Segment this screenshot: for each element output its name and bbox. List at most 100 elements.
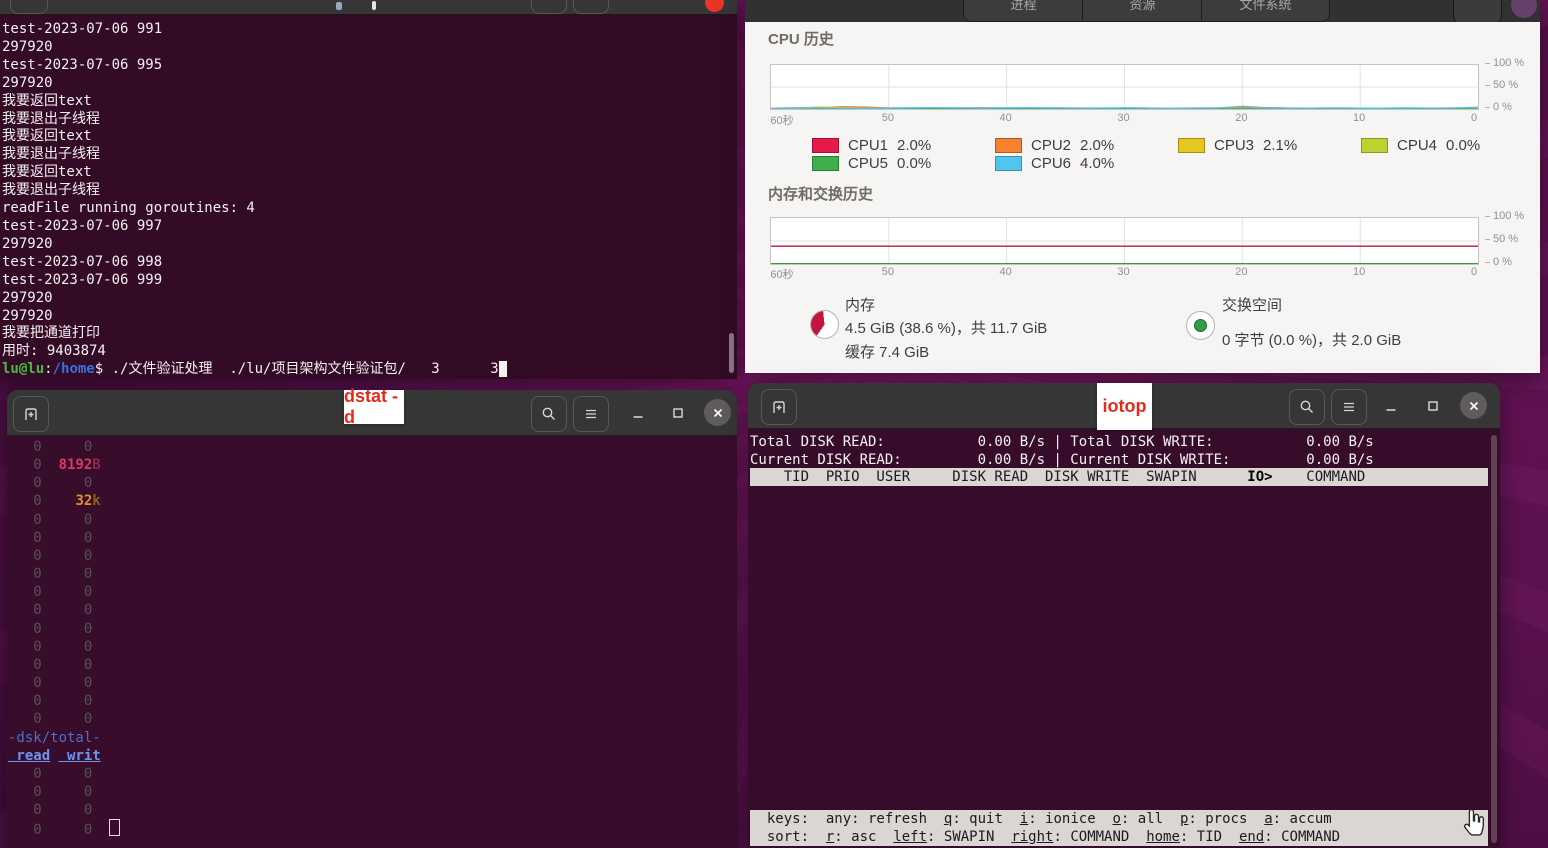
x-tick: 30 <box>1117 112 1130 124</box>
terminal-window-main: test-2023-07-06 991 297920 test-2023-07-06… <box>0 0 737 379</box>
terminal-line: 0 0 <box>8 711 93 728</box>
maximize-button[interactable] <box>665 400 691 426</box>
cpu-legend-item: CPU3 2.1% <box>1178 136 1361 155</box>
menu-button[interactable] <box>573 0 609 14</box>
terminal-line: 0 8192B <box>8 457 101 474</box>
x-tick: 10 <box>1353 112 1366 124</box>
swap-dot-icon <box>1186 311 1215 340</box>
terminal-line: 我要把通道打印 <box>2 325 100 342</box>
x-tick: 0 <box>1470 112 1478 124</box>
x-tick: 30 <box>1117 266 1130 278</box>
cpu-chart-canvas <box>771 65 1478 109</box>
terminal-line: test-2023-07-06 995 <box>2 56 163 73</box>
y-tick: 100 % <box>1485 210 1524 222</box>
user-avatar[interactable] <box>1511 0 1537 18</box>
terminal-output[interactable]: test-2023-07-06 991 297920 test-2023-07-06… <box>2 14 729 379</box>
iotop-titlebar: iotop <box>748 383 1500 430</box>
cpu-color-swatch <box>1361 137 1388 153</box>
terminal-line: 我要返回text <box>2 164 92 181</box>
menu-button[interactable] <box>1331 389 1367 425</box>
terminal-line: 我要返回text <box>2 128 92 145</box>
tab-resources[interactable]: 资源 <box>1082 0 1203 22</box>
new-tab-button[interactable] <box>13 396 49 432</box>
x-tick: 60秒 <box>770 269 794 281</box>
cpu-history-chart <box>770 64 1479 110</box>
search-button[interactable] <box>1289 389 1325 425</box>
terminal-line: 0 0 <box>8 566 93 583</box>
cpu-name: CPU1 <box>848 136 889 154</box>
window-title: dstat -d <box>344 386 404 427</box>
terminal-line: 0 0 <box>8 693 93 710</box>
dstat-titlebar: dstat -d <box>7 386 737 436</box>
minimize-button[interactable] <box>625 400 651 426</box>
terminal-line: 我要返回text <box>2 92 92 109</box>
new-tab-icon <box>25 408 37 420</box>
terminal-line: test-2023-07-06 998 <box>2 253 163 270</box>
maximize-button[interactable] <box>1420 393 1446 419</box>
scrollbar-thumb[interactable] <box>1491 435 1497 843</box>
x-tick: 50 <box>881 112 894 124</box>
x-tick: 0 <box>1470 266 1478 278</box>
cpu-legend-item: CPU6 4.0% <box>995 155 1178 174</box>
new-tab-button[interactable] <box>10 0 48 14</box>
minimize-button[interactable] <box>1378 393 1404 419</box>
maximize-icon <box>1428 401 1438 411</box>
dstat-output[interactable]: 0 0 0 8192B 0 0 0 32k 0 0 0 0 0 0 0 0 0 … <box>8 436 735 839</box>
terminal-line: -dsk/total- <box>8 729 101 746</box>
terminal-line: 0 0 <box>8 656 93 673</box>
mouse-cursor-icon <box>1464 809 1484 836</box>
close-button[interactable] <box>1460 392 1487 419</box>
terminal-line: 0 0 <box>8 439 93 455</box>
terminal-line: 用时: 9403874 <box>2 343 106 360</box>
terminal-line: test-2023-07-06 999 <box>2 271 163 288</box>
swap-label: 交换空间 <box>1222 297 1283 314</box>
new-tab-icon <box>20 0 36 1</box>
cpu-color-swatch <box>812 156 839 172</box>
x-tick: 10 <box>1353 266 1366 278</box>
tab-processes[interactable]: 进程 <box>963 0 1084 22</box>
memory-cache-value: 缓存 7.4 GiB <box>845 344 930 361</box>
dstat-terminal-window: dstat -d 0 0 0 8192B 0 0 0 32k 0 0 0 0 0… <box>7 386 737 848</box>
cpu-usage-value: 0.0% <box>1446 136 1481 154</box>
terminal-line: 0 0 <box>8 511 93 528</box>
scrollbar-thumb[interactable] <box>729 333 734 373</box>
recording-indicator-icon <box>705 0 724 12</box>
iotop-terminal-window: iotop Total DISK READ: 0.00 B/s | Total … <box>748 383 1500 848</box>
search-button[interactable] <box>531 0 567 14</box>
cpu-usage-value: 2.1% <box>1263 136 1298 154</box>
terminal-line: 0 0 <box>8 584 93 601</box>
close-button[interactable] <box>704 399 731 426</box>
iotop-table-header[interactable]: TID PRIO USER DISK READ DISK WRITE SWAPI… <box>750 468 1488 486</box>
close-icon <box>1469 401 1478 410</box>
new-tab-button[interactable] <box>761 389 797 425</box>
x-tick: 40 <box>999 112 1012 124</box>
y-tick: 100 % <box>1485 57 1524 69</box>
memory-chart-canvas <box>771 218 1478 264</box>
menu-button[interactable] <box>1453 0 1502 22</box>
tab-file-systems[interactable]: 文件系统 <box>1201 0 1330 22</box>
terminal-line: 0 0 <box>8 602 93 619</box>
terminal-line: 0 0 <box>8 765 93 782</box>
memory-history-title: 内存和交换历史 <box>768 186 874 203</box>
system-monitor-headerbar: 进程 资源 文件系统 <box>745 0 1540 22</box>
terminal-line: 0 0 <box>8 529 93 546</box>
system-monitor-window: 进程 资源 文件系统 CPU 历史 100 % 50 % 0 % 60秒 50 40… <box>745 0 1540 373</box>
cpu-name: CPU6 <box>1031 155 1072 173</box>
menu-button[interactable] <box>573 396 609 432</box>
terminal-line: 0 0 <box>8 802 93 819</box>
terminal-line: 我要退出子线程 <box>2 110 100 127</box>
iotop-output[interactable]: Total DISK READ: 0.00 B/s | Total DISK W… <box>750 428 1500 848</box>
terminal-line: 297920 <box>2 74 53 91</box>
cpu-name: CPU5 <box>848 155 889 173</box>
x-tick: 20 <box>1235 112 1248 124</box>
search-icon <box>1300 400 1313 413</box>
terminal-line: 0 0 <box>8 547 93 564</box>
cpu-usage-value: 0.0% <box>897 155 932 173</box>
cpu-usage-value: 2.0% <box>1080 136 1115 154</box>
titlebar-cut <box>0 0 737 15</box>
terminal-line: test-2023-07-06 997 <box>2 217 163 234</box>
title-fragment <box>336 2 342 10</box>
iotop-keys-row: keys: any: refresh q: quit i: ionice o: … <box>750 811 1332 827</box>
terminal-line: test-2023-07-06 991 <box>2 21 163 37</box>
search-button[interactable] <box>531 396 567 432</box>
